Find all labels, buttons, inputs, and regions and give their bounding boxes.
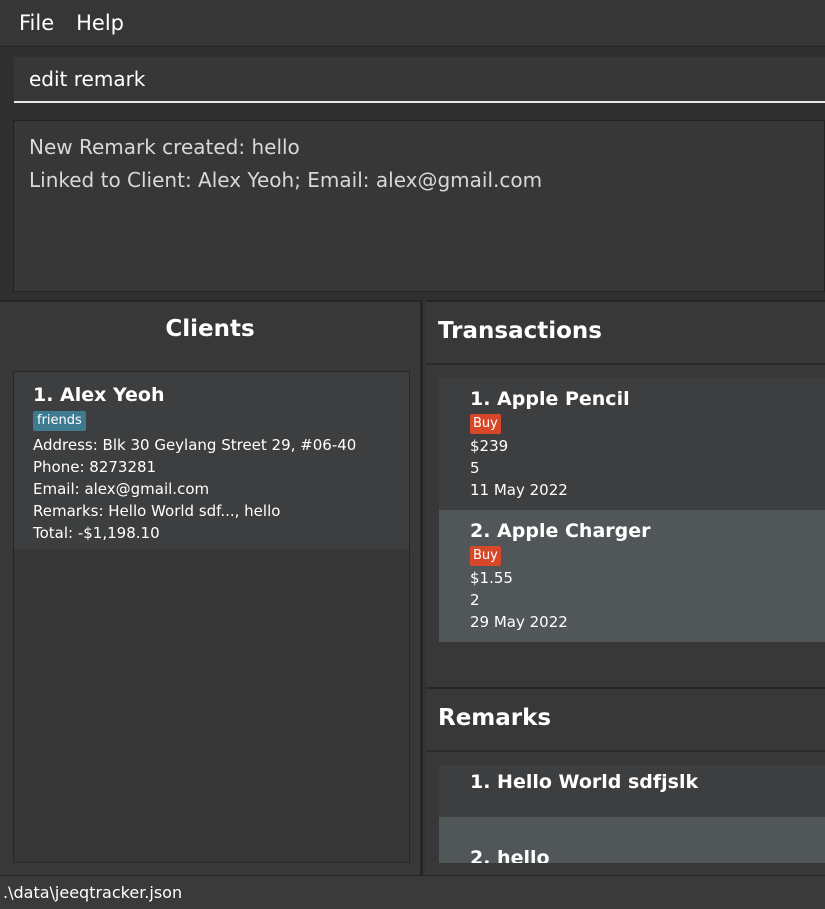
remarks-panel: Remarks 1. Hello World sdfjslk 2. hello: [426, 687, 825, 875]
result-text-area[interactable]: New Remark created: hello Linked to Clie…: [13, 120, 825, 292]
transaction-type-badge: Buy: [470, 546, 501, 566]
transaction-date: 29 May 2022: [470, 613, 568, 631]
result-line-2: Linked to Client: Alex Yeoh; Email: alex…: [29, 168, 543, 192]
menu-file[interactable]: File: [8, 0, 65, 47]
remarks-list[interactable]: 1. Hello World sdfjslk 2. hello: [439, 765, 825, 863]
transactions-list[interactable]: 1. Apple Pencil Buy $239 5 11 May 2022 2…: [439, 378, 825, 642]
remark-text: 1. Hello World sdfjslk: [470, 771, 699, 793]
command-box: [0, 47, 825, 111]
client-tag: friends: [33, 411, 86, 431]
client-email: Email: alex@gmail.com: [33, 480, 210, 498]
transactions-title: Transactions: [438, 318, 602, 344]
status-bar-file-path: .\data\jeeqtracker.json: [0, 875, 825, 909]
menu-bar: File Help: [0, 0, 825, 47]
remark-card[interactable]: 2. hello: [439, 817, 825, 863]
transactions-panel: Transactions 1. Apple Pencil Buy $239 5 …: [426, 300, 825, 687]
client-card[interactable]: 1. Alex Yeoh friends Address: Blk 30 Gey…: [14, 372, 409, 549]
result-display: New Remark created: hello Linked to Clie…: [0, 111, 825, 300]
transaction-quantity: 5: [470, 459, 480, 477]
transaction-quantity: 2: [470, 591, 480, 609]
transaction-type-badge: Buy: [470, 414, 501, 434]
transaction-name: 1. Apple Pencil: [470, 388, 630, 410]
client-phone: Phone: 8273281: [33, 458, 157, 476]
client-total: Total: -$1,198.10: [33, 524, 160, 542]
transaction-card[interactable]: 2. Apple Charger Buy $1.55 2 29 May 2022: [439, 510, 825, 642]
divider: [426, 363, 825, 365]
transaction-price: $239: [470, 437, 509, 455]
clients-title: Clients: [165, 316, 255, 342]
remark-text: 2. hello: [470, 847, 550, 863]
transaction-price: $1.55: [470, 569, 513, 587]
app-window: File Help New Remark created: hello Link…: [0, 0, 825, 909]
client-address: Address: Blk 30 Geylang Street 29, #06-4…: [33, 436, 357, 454]
remarks-title: Remarks: [438, 705, 552, 731]
divider: [426, 750, 825, 752]
transaction-card[interactable]: 1. Apple Pencil Buy $239 5 11 May 2022: [439, 378, 825, 510]
clients-list[interactable]: 1. Alex Yeoh friends Address: Blk 30 Gey…: [13, 371, 410, 863]
transaction-name: 2. Apple Charger: [470, 520, 651, 542]
transaction-date: 11 May 2022: [470, 481, 568, 499]
client-remarks: Remarks: Hello World sdf..., hello: [33, 502, 281, 520]
clients-panel: Clients 1. Alex Yeoh friends Address: Bl…: [0, 300, 423, 875]
result-line-1: New Remark created: hello: [29, 135, 300, 159]
remark-card[interactable]: 1. Hello World sdfjslk: [439, 765, 825, 817]
command-input[interactable]: [14, 57, 825, 103]
client-name: 1. Alex Yeoh: [33, 384, 165, 406]
menu-help[interactable]: Help: [65, 0, 135, 47]
